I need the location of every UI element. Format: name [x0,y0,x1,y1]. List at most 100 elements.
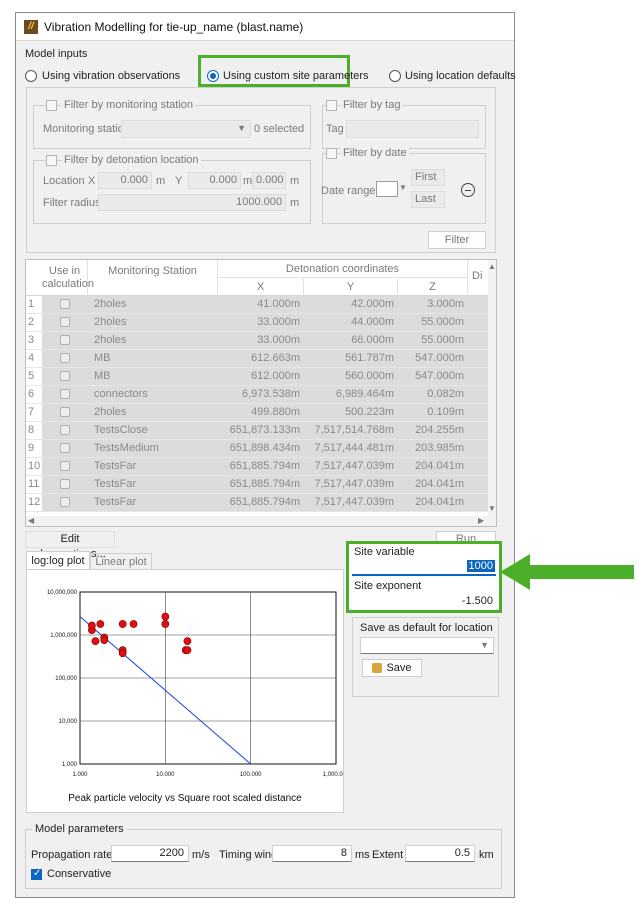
filter-tag-checkbox[interactable] [326,100,337,111]
use-in-calculation-checkbox[interactable] [60,317,70,327]
z-input[interactable]: 0.000 [252,172,286,189]
vibration-modelling-window: // Vibration Modelling for tie-up_name (… [15,12,516,898]
filter-monitoring-station-checkbox[interactable] [46,100,57,111]
horizontal-scrollbar[interactable]: ◀ ▶ [26,516,496,526]
row-z: 204.041m [415,478,464,490]
vertical-scrollbar[interactable]: ▲ ▼ [488,260,496,516]
row-y: 6,989.464m [335,388,394,400]
use-in-calculation-checkbox[interactable] [60,443,70,453]
table-row[interactable]: 11 TestsFar 651,885.794m 7,517,447.039m 204.… [26,476,488,494]
propagation-rate-input[interactable]: 2200 [111,845,189,862]
col-x[interactable]: X [218,278,304,296]
filter-radius-input[interactable]: 1000.000 [98,194,286,211]
radio-vibration-observations[interactable] [25,70,37,82]
conservative-label[interactable]: Conservative [47,868,111,880]
edit-observations-button[interactable]: Edit observations... [25,531,115,560]
y-tick-label: 1,000,000 [50,633,77,639]
use-in-calculation-checkbox[interactable] [60,389,70,399]
row-station: MB [94,370,111,382]
timing-window-input[interactable]: 8 [272,845,352,862]
row-y: 7,517,447.039m [314,478,394,490]
use-in-calculation-checkbox[interactable] [60,353,70,363]
save-button-label: Save [386,662,412,674]
propagation-rate-unit: m/s [192,849,210,861]
table-row[interactable]: 9 TestsMedium 651,898.434m 7,517,444.481m 20… [26,440,488,458]
radio-vibration-observations-label[interactable]: Using vibration observations [42,70,180,82]
row-y: 560.000m [345,370,394,382]
scroll-left-icon[interactable]: ◀ [28,516,34,525]
col-z[interactable]: Z [398,278,468,296]
conservative-checkbox[interactable] [31,868,42,880]
table-row[interactable]: 8 TestsClose 651,873.133m 7,517,514.768m 204… [26,422,488,440]
row-z: 204.041m [415,460,464,472]
table-row[interactable]: 2 2holes 33.000m 44.000m 55.000m [26,314,488,332]
table-row[interactable]: 12 TestsFar 651,885.794m 7,517,447.039m 204.… [26,494,488,512]
use-in-calculation-checkbox[interactable] [60,497,70,507]
scroll-up-icon[interactable]: ▲ [488,262,496,271]
filter-button[interactable]: Filter [428,231,486,249]
use-in-calculation-checkbox[interactable] [60,371,70,381]
row-number: 6 [28,388,35,400]
tab-linear-plot[interactable]: Linear plot [90,553,152,569]
use-in-calculation-checkbox[interactable] [60,479,70,489]
radio-custom-site-parameters-label[interactable]: Using custom site parameters [223,70,369,82]
table-row[interactable]: 5 MB 612.000m 560.000m 547.000m [26,368,488,386]
row-number: 5 [28,370,35,382]
row-number: 7 [28,406,35,418]
table-row[interactable]: 6 connectors 6,973.538m 6,989.464m 0.082m [26,386,488,404]
radio-custom-site-parameters[interactable] [207,70,219,82]
col-monitoring-station[interactable]: Monitoring Station [88,260,218,296]
x-tick-label: 1,000.000 [323,772,343,778]
row-z: 204.041m [415,496,464,508]
row-y: 500.223m [345,406,394,418]
radio-location-defaults-label[interactable]: Using location defaults [405,70,516,82]
tab-log-log-plot[interactable]: log:log plot [26,551,90,569]
table-row[interactable]: 4 MB 612.663m 561.787m 547.000m [26,350,488,368]
first-dropdown[interactable]: First [411,169,445,186]
app-logo-icon: // [24,20,38,34]
site-exponent-input[interactable]: -1.500 [352,593,496,609]
x-input[interactable]: 0.000 [98,172,152,189]
monitoring-station-dropdown[interactable]: ▼ [121,120,251,138]
row-station: connectors [94,388,148,400]
row-number: 2 [28,316,35,328]
radio-location-defaults[interactable] [389,70,401,82]
use-in-calculation-checkbox[interactable] [60,407,70,417]
tag-input[interactable] [346,120,479,138]
extent-input[interactable]: 0.5 [405,845,475,862]
col-di[interactable]: Di [472,270,482,282]
site-variable-input[interactable]: 1000 [352,559,496,576]
scroll-right-icon[interactable]: ▶ [478,516,484,525]
calendar-icon[interactable] [376,181,398,197]
y-input[interactable]: 0.000 [188,172,241,189]
use-in-calculation-checkbox[interactable] [60,335,70,345]
use-in-calculation-checkbox[interactable] [60,299,70,309]
save-button[interactable]: Save [362,659,422,677]
filter-detonation-location-checkbox[interactable] [46,155,57,166]
use-in-calculation-checkbox[interactable] [60,461,70,471]
table-row[interactable]: 3 2holes 33.000m 66.000m 55.000m [26,332,488,350]
filter-date-checkbox[interactable] [326,148,337,159]
col-use-in-calculation[interactable]: Use in calculation [42,260,94,296]
x-unit: m [156,175,166,187]
extent-label: Extent [372,849,404,861]
col-y[interactable]: Y [304,278,398,296]
row-station: 2holes [94,298,127,310]
chart-title: Peak particle velocity vs Square root sc… [68,793,302,804]
ppv-chart: 1.000 10.000 100.000 1,000.000 10,000,000 1,0… [47,590,343,804]
row-number: 11 [28,478,40,490]
location-dropdown[interactable]: ▼ [360,637,494,654]
y-unit: m [243,175,253,187]
calendar-chevron-down-icon[interactable]: ▼ [399,183,407,192]
y-label: Y [175,175,183,187]
table-row[interactable]: 10 TestsFar 651,885.794m 7,517,447.039m 204.… [26,458,488,476]
data-point [100,636,109,645]
table-row[interactable]: 7 2holes 499.880m 500.223m 0.109m [26,404,488,422]
table-row[interactable]: 1 2holes 41.000m 42.000m 3.000m [26,296,488,314]
row-station: TestsFar [94,460,137,472]
scroll-down-icon[interactable]: ▼ [488,504,496,513]
model-inputs-label: Model inputs [25,48,88,60]
last-dropdown[interactable]: Last [411,191,445,208]
clear-date-icon[interactable] [461,183,475,197]
use-in-calculation-checkbox[interactable] [60,425,70,435]
